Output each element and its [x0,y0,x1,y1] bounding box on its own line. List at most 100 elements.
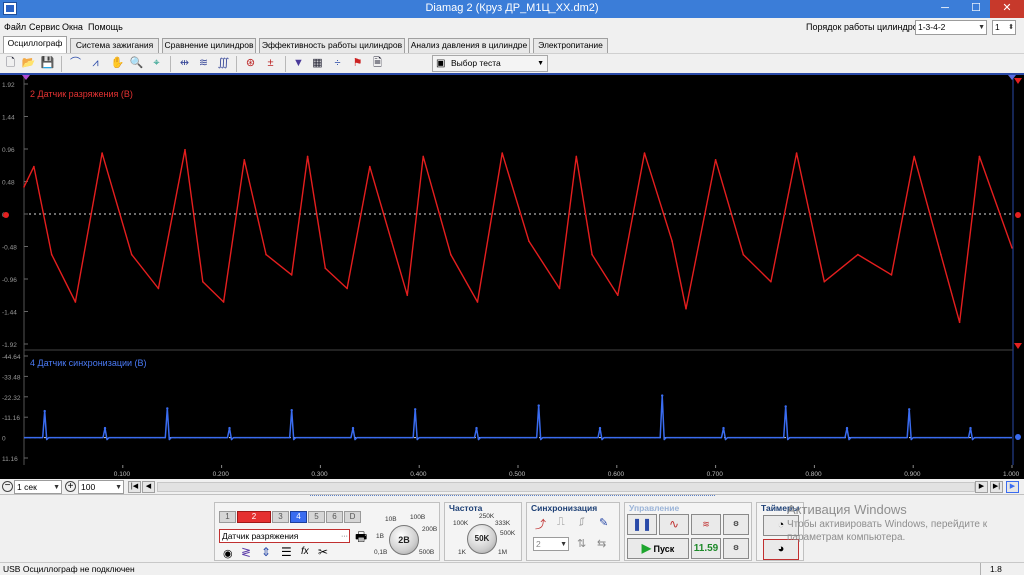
ch2-data-point [33,165,35,168]
ch2-zero-marker[interactable] [3,212,9,218]
document-icon[interactable]: 🗎 [370,56,385,71]
sync-auto-icon[interactable]: ✎ [599,516,608,529]
sync-falling-icon[interactable]: ⎍ [557,516,565,529]
vertical-shift-icon[interactable]: ⇕ [261,545,271,559]
menu-file[interactable]: Файл [4,22,26,32]
split-icon[interactable]: ÷ [330,56,345,71]
ch4-zero-marker[interactable] [1015,434,1021,440]
panel-splitter[interactable] [310,495,715,499]
x-tick-label: 0.300 [311,471,328,478]
tab-cylinder-compare[interactable]: Сравнение цилиндров [162,38,256,53]
zero-offset-icon[interactable]: ± [263,56,278,71]
voltage-label-01v: 0,1В [374,549,388,556]
tab-cylinder-efficiency[interactable]: Эффективность работы цилиндров [259,38,405,53]
channel-d-button[interactable]: D [344,511,361,523]
marker-flag-icon[interactable]: ⚑ [350,56,365,71]
menu-windows[interactable]: Окна [62,22,83,32]
pause-button[interactable]: ❚❚ [627,514,657,535]
ch2-data-point [243,159,246,161]
ch2-data-point [422,155,425,158]
ch2-data-point [74,301,77,303]
sync-level-icon[interactable]: ⇅ [577,537,586,550]
zoom-in-icon[interactable]: + [65,481,76,492]
tab-power-supply[interactable]: Электропитание [533,38,608,53]
eye-icon[interactable]: ◉ [223,547,233,560]
sync-channel-select[interactable]: 2 ▼ [533,537,569,551]
channel-6-button[interactable]: 6 [326,511,343,523]
close-button[interactable]: ✕ [990,0,1024,18]
time-scrollbar[interactable] [157,482,975,492]
play-scroll-button[interactable]: ▶ [1006,481,1019,493]
sync-pulse-icon[interactable]: ⎎ [579,516,585,529]
time-per-div-select[interactable]: 1 сек ▼ [14,480,62,494]
tab-oscilloscope[interactable]: Осциллограф [3,36,67,53]
menu-bar: Файл Сервис Окна Помощь Порядок работы ц… [0,18,1024,36]
compare-icon[interactable]: ∭ [216,56,231,71]
sync-rising-icon[interactable]: ⤴ [535,516,546,532]
ch4-sync-pulse [475,426,478,430]
start-button[interactable]: ▶ Пуск [627,538,689,559]
voltage-knob[interactable]: 2В [389,525,419,555]
align-icon[interactable]: ⇹ [177,56,192,71]
cylinder-order-select[interactable]: 1-3-4-2 ▼ [915,20,987,35]
ch2-data-point [643,152,646,154]
auto-mode-button[interactable]: ⚙ [723,514,749,535]
oscilloscope-display[interactable]: -1.92 -1.44 -0.96 -0.48 0 0.48 0.96 1.44 1.92 -4… [0,73,1024,479]
chevron-down-icon: ▼ [537,60,544,67]
waveform-icon[interactable]: ⌒ [68,56,83,71]
hand-pan-icon[interactable]: ✋ [110,56,125,71]
zoom-out-icon[interactable]: − [2,481,13,492]
channel-1-button[interactable]: 1 [219,511,236,523]
channel-3-button[interactable]: 3 [272,511,289,523]
auto-scale-icon[interactable]: ⊛ [243,56,258,71]
zoom-select[interactable]: 100 ▼ [78,480,124,494]
ch2-y-tick-label: 0.48 [2,180,15,187]
test-select[interactable]: ▣ Выбор теста ▼ [432,55,548,72]
ch2-y-tick-label: 1.44 [2,115,15,122]
open-folder-icon[interactable]: 📂 [21,56,36,71]
next-page-button[interactable]: ▶ [975,481,988,493]
printer-icon[interactable]: 🖶 [355,528,367,550]
layers-icon[interactable]: ⌖ [149,56,164,71]
ch2-data-point [306,155,309,158]
chevron-down-icon: ▼ [115,484,122,491]
channel-4-button[interactable]: 4 [290,511,307,523]
ch2-data-point [940,253,942,256]
overlay-icon[interactable]: ≋ [196,56,211,71]
auto-stop-button[interactable]: ⚙ [723,538,749,559]
ch2-zero-marker-right[interactable] [1015,212,1021,218]
first-page-button[interactable]: |◀ [128,481,141,493]
menu-help[interactable]: Помощь [88,22,123,32]
tab-pressure-analysis[interactable]: Анализ давления в цилиндре [408,38,530,53]
save-icon[interactable]: 💾 [40,56,55,71]
cylinder-count-spinner[interactable]: 1 ⬍ [992,20,1016,35]
ch4-sync-pulse [414,408,417,411]
zoom-icon[interactable]: 🔍 [129,56,144,71]
tab-ignition[interactable]: Система зажигания [70,38,159,53]
menu-service[interactable]: Сервис [29,22,60,32]
channel-5-button[interactable]: 5 [308,511,325,523]
sine-wave-button[interactable]: ∿ [659,514,689,535]
sensor-select[interactable]: Датчик разряжения ··· [219,529,350,543]
last-page-button[interactable]: ▶| [990,481,1003,493]
filter-icon[interactable]: ▼ [291,56,306,71]
cursor-measure-icon[interactable]: ⩘ [88,56,103,71]
formula-icon[interactable]: fx [301,546,309,557]
frequency-knob[interactable]: 50K [467,524,497,554]
maximize-button[interactable]: ☐ [961,0,991,18]
voltage-label-100v: 100В [410,514,426,521]
new-file-icon[interactable]: 🗋 [3,56,18,71]
timebase-bar: − 1 сек ▼ + 100 ▼ |◀ ◀ ▶ ▶| ▶ [0,479,1024,495]
grid-lines-icon[interactable]: ☰ [281,545,292,559]
prev-page-button[interactable]: ◀ [142,481,155,493]
sync-shift-icon[interactable]: ⇆ [597,537,606,550]
ch2-data-point [501,152,504,154]
noise-wave-button[interactable]: ≋ [691,514,721,535]
x-tick-label: 0.700 [707,471,724,478]
invert-icon[interactable]: ≷ [241,545,251,559]
channel-2-button[interactable]: 2 [237,511,271,523]
tools-icon[interactable]: ✂ [318,545,328,559]
table-icon[interactable]: ▦ [310,56,325,71]
minimize-button[interactable]: ─ [930,0,960,18]
status-text: USB Осциллограф не подключен [3,564,135,574]
